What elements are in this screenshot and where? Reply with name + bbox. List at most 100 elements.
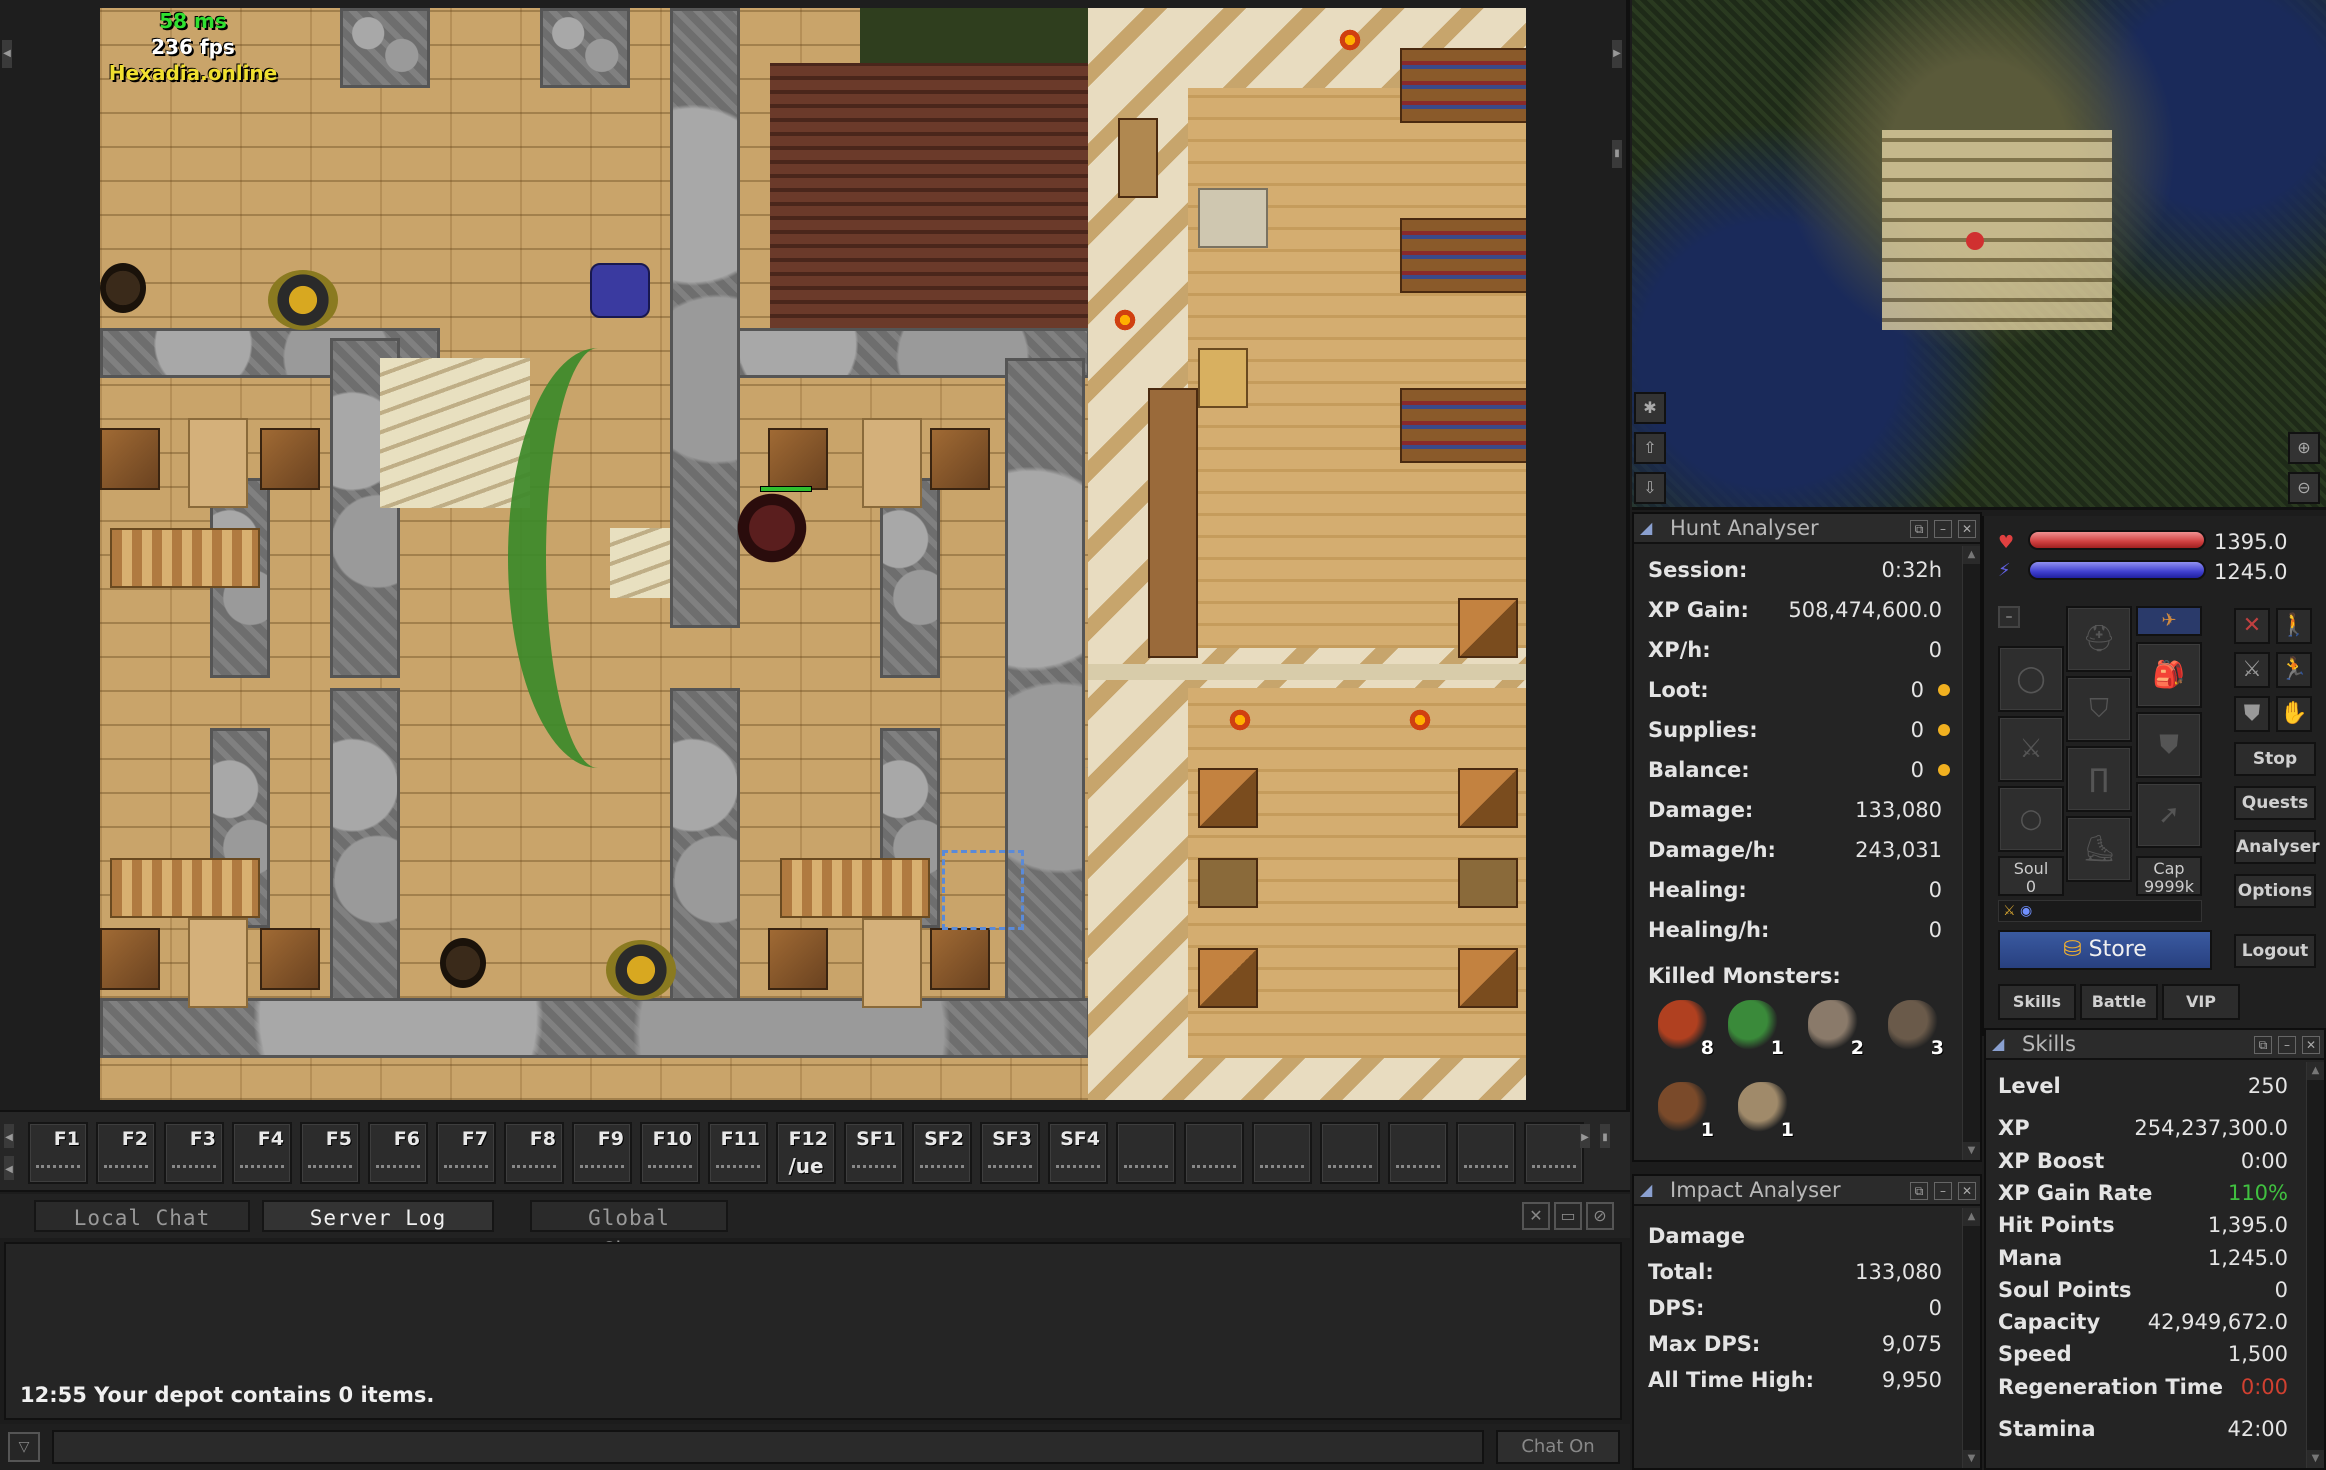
minimize-icon[interactable]: –	[1934, 1182, 1952, 1200]
scroll-up-icon[interactable]: ▲	[1963, 1208, 1980, 1226]
wooden-chair[interactable]	[1458, 598, 1518, 658]
chat-on-button[interactable]: Chat On	[1496, 1430, 1620, 1464]
boots-slot[interactable]: ⛸	[2066, 816, 2132, 882]
blue-bag-item[interactable]	[590, 263, 650, 318]
wooden-crate[interactable]	[260, 428, 320, 490]
hotkey-slot[interactable]: F8	[504, 1122, 564, 1184]
skills-scrollbar[interactable]: ▲ ▼	[2306, 1062, 2324, 1468]
hotkey-slot[interactable]: SF3	[980, 1122, 1040, 1184]
hotkey-slot[interactable]: F10	[640, 1122, 700, 1184]
bookshelf[interactable]	[1400, 48, 1526, 123]
wooden-crate[interactable]	[930, 428, 990, 490]
scroll-up-icon[interactable]: ▲	[1963, 546, 1980, 564]
wooden-chair[interactable]	[1458, 948, 1518, 1008]
popout-icon[interactable]: ⧉	[1910, 1182, 1928, 1200]
hotkey-slot[interactable]: SF1	[844, 1122, 904, 1184]
chat-tab[interactable]: Local Chat	[34, 1200, 250, 1232]
popout-icon[interactable]: ⧉	[1910, 520, 1928, 538]
bat-icon[interactable]: 1	[1654, 1080, 1714, 1140]
rat-icon[interactable]: 3	[1884, 998, 1944, 1058]
lizard-icon[interactable]: 1	[1724, 998, 1784, 1058]
hotkey-scroll-left-icon[interactable]: ◀	[4, 1156, 14, 1180]
weapon-slot[interactable]: ⚔	[1998, 716, 2064, 782]
options-button[interactable]: Options	[2234, 874, 2316, 908]
bookshelf[interactable]	[1400, 218, 1526, 293]
ammo-slot[interactable]: ➚	[2136, 782, 2202, 848]
staircase[interactable]	[380, 358, 530, 508]
minimize-icon[interactable]: –	[1934, 520, 1952, 538]
wooden-crate[interactable]	[768, 428, 828, 490]
right-panel-toggle-icon[interactable]: ▶	[1612, 40, 1622, 68]
left-panel-toggle-icon[interactable]: ◀	[2, 40, 12, 68]
player-character[interactable]	[732, 488, 812, 568]
hotkey-slot[interactable]: SF2	[912, 1122, 972, 1184]
minimize-icon[interactable]: –	[2278, 1036, 2296, 1054]
hotkey-slot[interactable]: F6	[368, 1122, 428, 1184]
hotkey-scroll-left-icon[interactable]: ◀	[4, 1124, 14, 1148]
battle-tab-button[interactable]: Battle	[2080, 984, 2158, 1020]
hotkey-slot-empty[interactable]	[1184, 1122, 1244, 1184]
wooden-crate[interactable]	[768, 928, 828, 990]
stone-stair[interactable]	[1198, 188, 1268, 248]
hotkey-slot[interactable]: F4	[232, 1122, 292, 1184]
stop-button[interactable]: Stop	[2234, 742, 2316, 776]
hotkey-slot-empty[interactable]	[1116, 1122, 1176, 1184]
stance-defensive-icon[interactable]: ⛊	[2234, 696, 2270, 732]
hotkey-slot[interactable]: F11	[708, 1122, 768, 1184]
hotkey-slot[interactable]: F7	[436, 1122, 496, 1184]
backpack-slot[interactable]: 🎒	[2136, 642, 2202, 708]
wooden-chair[interactable]	[1198, 768, 1258, 828]
impact-analyser-header[interactable]: ◢ Impact Analyser ⧉ – ✕	[1634, 1176, 1980, 1206]
bookshelf[interactable]	[1400, 388, 1526, 463]
clay-pot[interactable]	[100, 263, 146, 313]
minimap[interactable]: ✱ ⇧ ⇩ ⊕ ⊖	[1632, 0, 2326, 510]
floor-down-icon[interactable]: ⇩	[1634, 472, 1666, 504]
chat-log-area[interactable]: 12:55 Your depot contains 0 items.	[4, 1242, 1622, 1420]
armor-slot[interactable]: ⛉	[2066, 676, 2132, 742]
scroll-down-icon[interactable]: ▼	[2307, 1450, 2324, 1468]
small-table[interactable]	[1198, 858, 1258, 908]
hotkey-slot-empty[interactable]	[1456, 1122, 1516, 1184]
secure-mode-icon[interactable]: ✋	[2276, 696, 2312, 732]
wooden-crate[interactable]	[100, 928, 160, 990]
ignore-icon[interactable]: ⊘	[1586, 1202, 1614, 1230]
small-table[interactable]	[1458, 858, 1518, 908]
hotkey-lock-icon[interactable]: ▮	[1600, 1124, 1610, 1148]
legs-slot[interactable]: ∏	[2066, 746, 2132, 812]
wooden-box[interactable]	[1198, 348, 1248, 408]
game-world-view[interactable]	[100, 8, 1526, 1100]
hotkey-slot[interactable]: SF4	[1048, 1122, 1108, 1184]
skills-header[interactable]: ◢ Skills ⧉ – ✕	[1986, 1030, 2324, 1060]
hotkey-scroll-right-icon[interactable]: ▶	[1580, 1124, 1590, 1148]
ring-slot[interactable]: ○	[1998, 786, 2064, 852]
analyser-button[interactable]: Analyser	[2234, 830, 2320, 864]
close-icon[interactable]: ✕	[2302, 1036, 2320, 1054]
wooden-chair[interactable]	[1198, 948, 1258, 1008]
collapse-icon[interactable]: –	[1998, 606, 2020, 628]
hunt-scrollbar[interactable]: ▲ ▼	[1962, 546, 1980, 1160]
game-frame-handle-icon[interactable]: ▮	[1612, 140, 1622, 168]
hotkey-slot-empty[interactable]	[1252, 1122, 1312, 1184]
store-button[interactable]: ⛁ Store	[1998, 930, 2212, 970]
close-channel-icon[interactable]: ✕	[1522, 1202, 1550, 1230]
logout-button[interactable]: Logout	[2234, 934, 2316, 968]
hotkey-slot[interactable]: F12/ue	[776, 1122, 836, 1184]
mount-icon[interactable]: ✈	[2136, 606, 2202, 636]
helmet-slot[interactable]: ⛑	[2066, 606, 2132, 672]
wooden-crate[interactable]	[930, 928, 990, 990]
stand-icon[interactable]: 🏃	[2276, 652, 2312, 688]
hotkey-slot[interactable]: F9	[572, 1122, 632, 1184]
open-channel-icon[interactable]: ▭	[1554, 1202, 1582, 1230]
door[interactable]	[1118, 118, 1158, 198]
stance-balanced-icon[interactable]: ⚔	[2234, 652, 2270, 688]
ghoul-icon[interactable]: 2	[1804, 998, 1864, 1058]
chat-input[interactable]	[52, 1430, 1484, 1464]
shield-slot[interactable]: ⛊	[2136, 712, 2202, 778]
hotkey-slot-empty[interactable]	[1320, 1122, 1380, 1184]
wooden-chair[interactable]	[1458, 768, 1518, 828]
skills-tab-button[interactable]: Skills	[1998, 984, 2076, 1020]
minimap-center-icon[interactable]: ✱	[1634, 392, 1666, 424]
scroll-up-icon[interactable]: ▲	[2307, 1062, 2324, 1080]
golem-icon[interactable]: 1	[1734, 1080, 1794, 1140]
quests-button[interactable]: Quests	[2234, 786, 2316, 820]
